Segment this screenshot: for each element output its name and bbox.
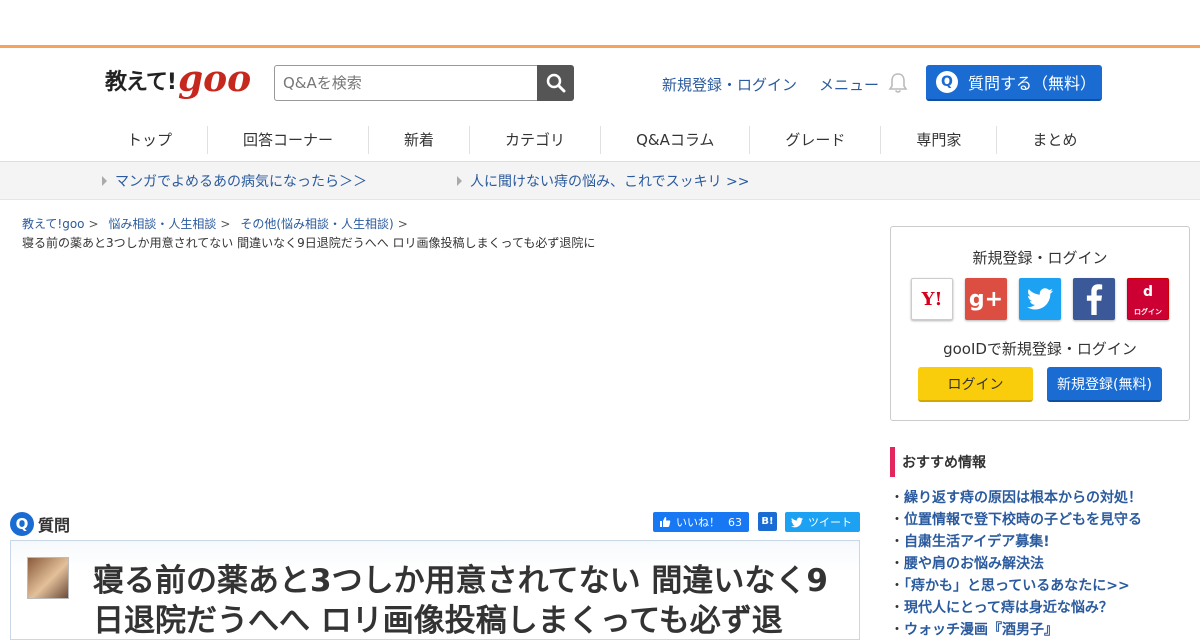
search-icon [546,73,565,93]
list-item[interactable]: 繰り返す痔の原因は根本からの対処！ [890,487,1190,509]
nav-item-answer-corner[interactable]: 回答コーナー [243,125,370,154]
breadcrumb-home[interactable]: 教えて!goo [22,217,85,231]
main-nav: トップ 回答コーナー 新着 カテゴリ Q&Aコラム グレード 専門家 まとめ [0,118,1200,162]
login-buttons: ログイン 新規登録(無料) [891,367,1189,402]
breadcrumb-current: 寝る前の薬あと3つしか用意されてない 間違いなく9日退院だうへへ ロリ画像投稿し… [22,236,596,250]
nav-item-summary[interactable]: まとめ [1032,126,1112,154]
like-count: 63 [728,515,742,529]
promo-link-hemorrhoid[interactable]: 人に聞けない痔の悩み、これでスッキリ >> [457,171,750,191]
search-button[interactable] [537,65,574,101]
google-plus-login-icon[interactable]: g+ [965,278,1007,320]
breadcrumb-category[interactable]: 悩み相談・人生相談 [108,217,216,231]
facebook-login-icon[interactable] [1073,278,1115,320]
menu-link[interactable]: メニュー [819,74,879,95]
list-item[interactable]: 「痔かも」と思っているあなたに>> [890,575,1190,597]
social-login-list: Y! g+ d ログイン [891,278,1189,320]
list-item[interactable]: 現代人にとって痔は身近な悩み？ [890,597,1190,619]
question-box: 寝る前の薬あと3つしか用意されてない 間違いなく9日退院だうへへ ロリ画像投稿し… [10,540,860,640]
facebook-like-button[interactable]: いいね！ 63 [653,512,749,532]
nav-item-top[interactable]: トップ [105,125,209,154]
register-login-link[interactable]: 新規登録・ログイン [662,74,797,95]
question-heading: Q 質問 [10,512,70,536]
logo-brand: goo [177,58,252,100]
avatar[interactable] [27,557,69,599]
nav-item-category[interactable]: カテゴリ [505,125,602,154]
docomo-label: ログイン [1128,305,1168,319]
ask-question-label: 質問する（無料） [968,74,1097,93]
register-button[interactable]: 新規登録(無料) [1047,367,1162,402]
nav-item-new[interactable]: 新着 [404,125,471,154]
question-q-icon: Q [10,512,34,536]
site-header: 教えて! goo 新規登録・ログイン メニュー Q 質問する（無料） [0,48,1200,118]
docomo-mark: d [1128,279,1168,305]
promo-link-manga[interactable]: マンガでよめるあの病気になったら＞＞ [102,171,367,191]
tweet-label: ツイート [808,516,852,529]
yahoo-login-icon[interactable]: Y! [911,278,953,320]
like-label: いいね！ [676,516,720,529]
twitter-login-icon[interactable] [1019,278,1061,320]
breadcrumb-separator: > [220,217,231,231]
recommended-info: おすすめ情報 繰り返す痔の原因は根本からの対処！ 位置情報で登下校時の子どもを見… [890,447,1190,641]
site-logo[interactable]: 教えて! goo [105,58,252,100]
nav-item-expert[interactable]: 専門家 [916,125,998,154]
sidebar-login-panel: 新規登録・ログイン Y! g+ d ログイン gooIDで新規登録・ログイン ロ… [890,226,1190,421]
search-bar [274,65,574,101]
login-button[interactable]: ログイン [918,367,1033,402]
triangle-icon [102,175,107,186]
recommended-list: 繰り返す痔の原因は根本からの対処！ 位置情報で登下校時の子どもを見守る 自粛生活… [890,487,1190,641]
promo-link-label: マンガでよめるあの病気になったら＞＞ [115,173,367,190]
twitter-bird-icon [791,517,803,527]
gooid-login-text: gooIDで新規登録・ログイン [943,340,1137,358]
triangle-icon [457,175,462,186]
question-title: 寝る前の薬あと3つしか用意されてない 間違いなく9日退院だうへへ ロリ画像投稿し… [93,563,828,639]
nav-item-qa-column[interactable]: Q&Aコラム [636,125,751,154]
logo-text: 教えて! [105,70,177,95]
breadcrumb-separator: > [88,217,99,231]
login-panel-title: 新規登録・ログイン [972,249,1108,267]
question-label: 質問 [38,516,71,535]
promo-link-label: 人に聞けない痔の悩み、これでスッキリ >> [470,173,750,190]
ad-banner-area [0,0,1200,48]
breadcrumb-separator: > [397,217,408,231]
thumbs-up-icon [660,517,671,527]
breadcrumb-subcategory[interactable]: その他(悩み相談・人生相談) [240,217,393,231]
list-item[interactable]: ウォッチ漫画『酒男子』 [890,619,1190,641]
docomo-login-icon[interactable]: d ログイン [1127,278,1169,320]
ask-question-button[interactable]: Q 質問する（無料） [926,65,1102,101]
nav-item-grade[interactable]: グレード [785,125,882,154]
promo-bar: マンガでよめるあの病気になったら＞＞ 人に聞けない痔の悩み、これでスッキリ >> [0,162,1200,200]
notification-bell-icon[interactable] [887,72,909,98]
list-item[interactable]: 自粛生活アイデア募集! [890,531,1190,553]
list-item[interactable]: 腰や肩のお悩み解決法 [890,553,1190,575]
list-item[interactable]: 位置情報で登下校時の子どもを見守る [890,509,1190,531]
hatena-bookmark-button[interactable]: B! [758,512,777,531]
question-q-icon: Q [936,71,958,93]
search-input[interactable] [274,65,537,101]
tweet-button[interactable]: ツイート [785,512,860,532]
header-links: 新規登録・ログイン メニュー [662,74,879,95]
breadcrumb: 教えて!goo > 悩み相談・人生相談 > その他(悩み相談・人生相談) > 寝る前の… [22,215,595,251]
recommended-title: おすすめ情報 [890,447,1190,477]
